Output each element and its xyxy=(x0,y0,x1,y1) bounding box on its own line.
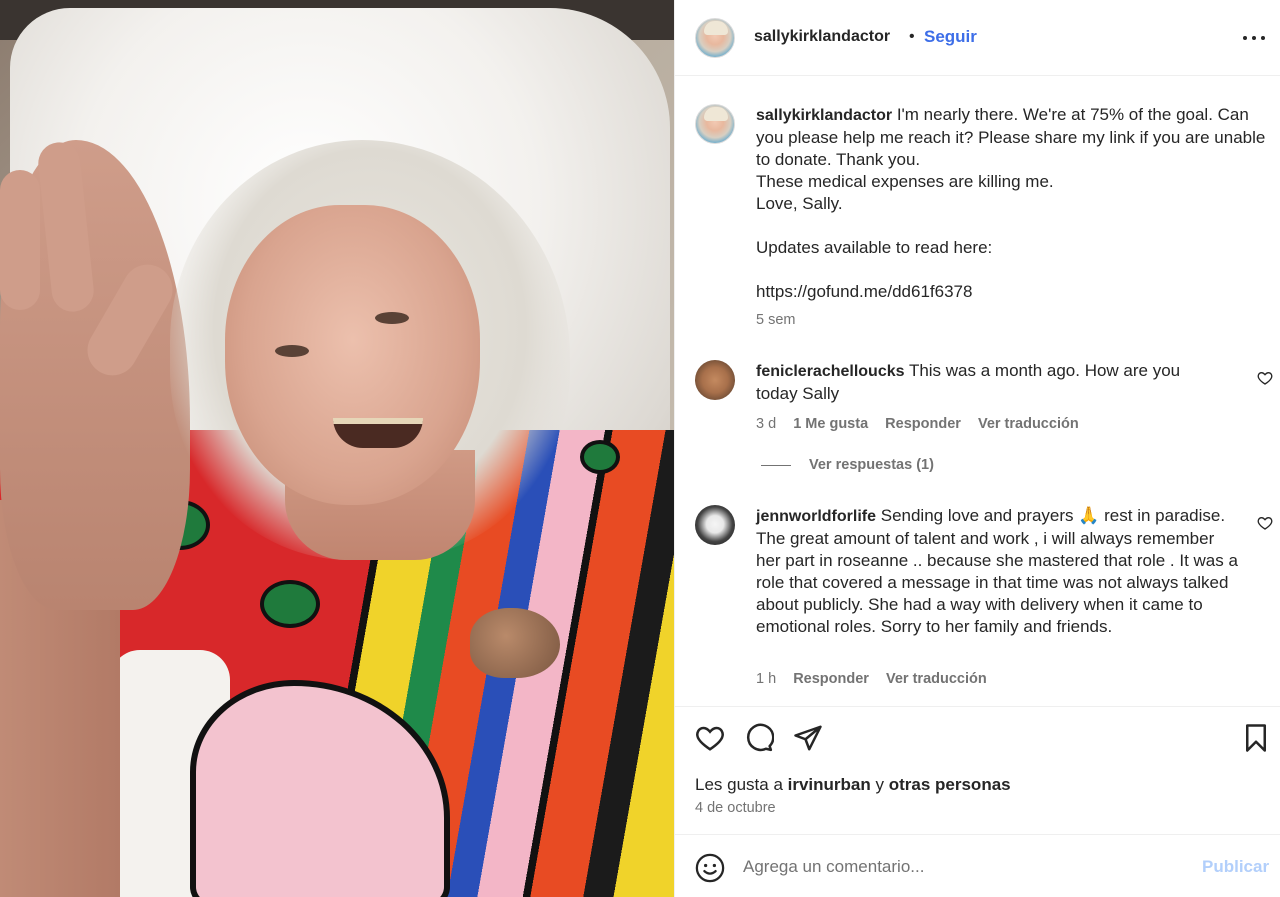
author-username[interactable]: sallykirklandactor xyxy=(754,28,890,46)
post-panel: sallykirklandactor • Seguir sallykirklan… xyxy=(674,0,1280,897)
comment-time[interactable]: 1 h xyxy=(756,671,776,687)
replies-line xyxy=(761,464,791,466)
likes-summary: Les gusta a irvinurban y otras personas xyxy=(695,775,1011,795)
view-replies-button[interactable]: Ver respuestas (1) xyxy=(761,457,934,473)
reply-button[interactable]: Responder xyxy=(885,416,961,432)
brooch xyxy=(470,608,560,678)
reply-button[interactable]: Responder xyxy=(793,671,869,687)
caption-time[interactable]: 5 sem xyxy=(756,312,796,328)
likes-user[interactable]: irvinurban xyxy=(788,775,871,794)
comments-list[interactable]: sallykirklandactor I'm nearly there. We'… xyxy=(675,77,1280,705)
post-date[interactable]: 4 de octubre xyxy=(695,800,776,816)
comment-like-icon[interactable] xyxy=(1257,515,1273,531)
commenter-avatar[interactable] xyxy=(695,505,735,545)
comment-time[interactable]: 3 d xyxy=(756,416,776,432)
bookmark-icon[interactable] xyxy=(1241,723,1271,753)
comment-likes[interactable]: 1 Me gusta xyxy=(793,416,868,432)
author-avatar[interactable] xyxy=(695,18,735,58)
caption-username[interactable]: sallykirklandactor xyxy=(756,107,892,124)
commenter-username[interactable]: feniclerachelloucks xyxy=(756,363,905,380)
emoji-icon[interactable] xyxy=(695,853,725,883)
post-actions: Les gusta a irvinurban y otras personas … xyxy=(675,706,1280,834)
comment-like-icon[interactable] xyxy=(1257,370,1273,386)
caption-text: I'm nearly there. We're at 75% of the go… xyxy=(756,105,1266,301)
comment-composer: Publicar xyxy=(675,834,1280,897)
commenter-avatar[interactable] xyxy=(695,360,735,400)
likes-prefix: Les gusta a xyxy=(695,775,783,794)
post-header: sallykirklandactor • Seguir xyxy=(675,0,1280,76)
translate-button[interactable]: Ver traducción xyxy=(978,416,1079,432)
likes-others[interactable]: otras personas xyxy=(889,775,1011,794)
comment-input[interactable] xyxy=(743,855,1183,879)
post-photo xyxy=(0,0,674,897)
comment-icon[interactable] xyxy=(744,723,774,753)
publish-button[interactable]: Publicar xyxy=(1202,857,1269,877)
heart-icon[interactable] xyxy=(695,723,725,753)
view-replies-label: Ver respuestas (1) xyxy=(809,457,934,473)
share-icon[interactable] xyxy=(793,723,823,753)
likes-conj: y xyxy=(875,775,885,794)
comment-text: Sending love and prayers 🙏 rest in parad… xyxy=(756,506,1243,636)
translate-button[interactable]: Ver traducción xyxy=(886,671,987,687)
follow-button[interactable]: Seguir xyxy=(924,27,977,47)
face xyxy=(225,205,480,505)
caption-avatar[interactable] xyxy=(695,104,735,144)
commenter-username[interactable]: jennworldforlife xyxy=(756,508,876,525)
more-horizontal-icon[interactable] xyxy=(1241,26,1267,50)
header-separator: • xyxy=(909,28,915,45)
